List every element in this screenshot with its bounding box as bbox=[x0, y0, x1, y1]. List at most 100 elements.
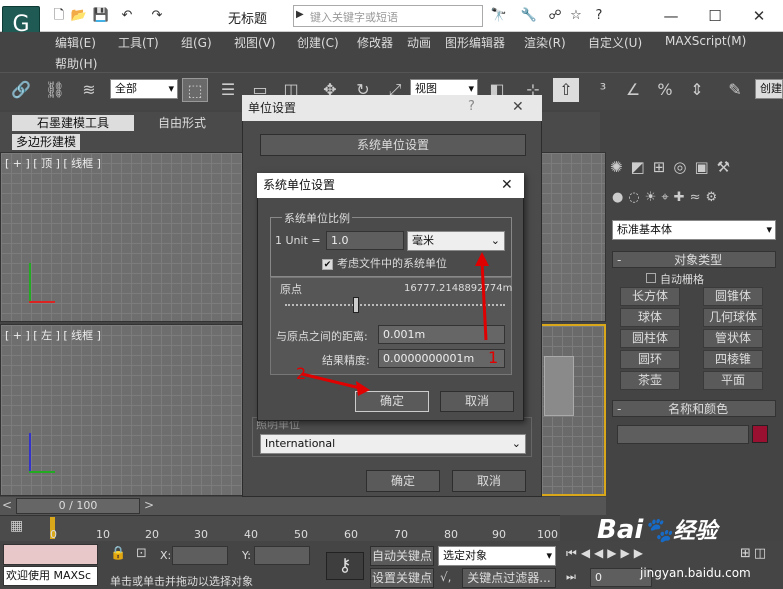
system-unit-setup-button[interactable]: 系统单位设置 bbox=[260, 134, 526, 156]
menu-views[interactable]: 视图(V) bbox=[234, 34, 276, 51]
create-selection-set[interactable]: 创建 bbox=[755, 79, 783, 99]
select-object-icon[interactable]: ⬚ bbox=[182, 78, 208, 102]
viewport-front[interactable] bbox=[540, 152, 606, 322]
next-key-icon[interactable]: ▶▶ bbox=[621, 546, 647, 560]
keyboard-shortcut-icon[interactable]: ⇧ bbox=[553, 78, 579, 102]
y-coordinate-field[interactable] bbox=[254, 546, 310, 565]
hierarchy-tab-icon[interactable]: ⊞ bbox=[653, 158, 674, 176]
utilities-tab-icon[interactable]: ⚒ bbox=[717, 158, 738, 176]
units-setup-ok-button[interactable]: 确定 bbox=[366, 470, 440, 492]
system-unit-setup-close[interactable]: ✕ bbox=[501, 177, 513, 193]
viewport-left-label[interactable]: [ + ] [ 左 ] [ 线框 ] bbox=[5, 327, 101, 343]
menu-group[interactable]: 组(G) bbox=[181, 34, 212, 51]
help-icon[interactable]: ? bbox=[590, 8, 608, 24]
favorite-icon[interactable]: ☆ bbox=[567, 8, 585, 24]
viewport-top[interactable]: [ + ] [ 顶 ] [ 线框 ] bbox=[0, 152, 244, 322]
angle-snap-icon[interactable]: ∠ bbox=[620, 78, 646, 102]
redo-icon[interactable]: ↷ bbox=[148, 8, 166, 24]
motion-tab-icon[interactable]: ◎ bbox=[673, 158, 694, 176]
object-color-swatch[interactable] bbox=[752, 425, 768, 443]
lock-icon[interactable]: 🔒 bbox=[110, 546, 126, 561]
next-frame-icon[interactable]: > bbox=[142, 498, 156, 514]
units-setup-titlebar[interactable]: 单位设置 bbox=[242, 95, 542, 121]
close-button[interactable]: ✕ bbox=[737, 4, 781, 28]
select-by-name-icon[interactable]: ☰ bbox=[215, 78, 241, 102]
system-unit-setup-titlebar[interactable]: 系统单位设置 bbox=[257, 173, 524, 198]
maximize-button[interactable]: ☐ bbox=[693, 4, 737, 28]
new-file-icon[interactable]: 🗋 bbox=[50, 8, 68, 24]
sphere-button[interactable]: 球体 bbox=[620, 308, 680, 327]
search-box[interactable]: ▶ 键入关键字或短语 bbox=[293, 5, 483, 27]
units-setup-cancel-button[interactable]: 取消 bbox=[452, 470, 526, 492]
maxscript-listener-pink[interactable] bbox=[3, 544, 98, 565]
viewport-top-label[interactable]: [ + ] [ 顶 ] [ 线框 ] bbox=[5, 155, 101, 171]
snap-toggle-icon[interactable]: ³ bbox=[590, 78, 616, 102]
maxscript-listener-input[interactable]: 欢迎使用 MAXSc bbox=[3, 566, 98, 586]
menu-create[interactable]: 创建(C) bbox=[297, 34, 339, 51]
torus-button[interactable]: 圆环 bbox=[620, 350, 680, 369]
category-select[interactable]: 标准基本体 ▾ bbox=[612, 220, 776, 240]
menu-rendering[interactable]: 渲染(R) bbox=[524, 34, 566, 51]
auto-key-button[interactable]: 自动关键点 bbox=[370, 546, 434, 566]
bind-spacewarp-icon[interactable]: ≋ bbox=[76, 78, 102, 102]
object-type-header[interactable]: - 对象类型 bbox=[612, 251, 776, 268]
autogrid-checkbox[interactable]: 自动栅格 bbox=[646, 271, 704, 287]
modify-tab-icon[interactable]: ◩ bbox=[631, 158, 653, 176]
menu-animation[interactable]: 动画 bbox=[407, 34, 431, 51]
key-filters-button[interactable]: 关键点过滤器... bbox=[462, 568, 556, 588]
spacewarps-icon[interactable]: ≈ bbox=[690, 190, 706, 205]
geosphere-button[interactable]: 几何球体 bbox=[703, 308, 763, 327]
lights-icon[interactable]: ☀ bbox=[645, 190, 662, 205]
save-file-icon[interactable]: 💾 bbox=[92, 8, 110, 24]
tools-icon[interactable]: 🔧 bbox=[520, 8, 538, 24]
menu-tools[interactable]: 工具(T) bbox=[118, 34, 159, 51]
edit-named-selection-icon[interactable]: ✎ bbox=[722, 78, 748, 102]
cameras-icon[interactable]: ⌖ bbox=[661, 190, 673, 205]
plane-button[interactable]: 平面 bbox=[703, 371, 763, 390]
prev-frame-icon[interactable]: < bbox=[0, 498, 14, 514]
pyramid-button[interactable]: 四棱锥 bbox=[703, 350, 763, 369]
units-setup-close[interactable]: ✕ bbox=[512, 99, 524, 115]
percent-snap-icon[interactable]: % bbox=[652, 78, 678, 102]
zoom-extents-icon[interactable]: ⊞ bbox=[740, 546, 754, 561]
open-file-icon[interactable]: 📂 bbox=[70, 8, 88, 24]
teapot-button[interactable]: 茶壶 bbox=[620, 371, 680, 390]
cylinder-button[interactable]: 圆柱体 bbox=[620, 329, 680, 348]
key-selection-select[interactable]: 选定对象 ▾ bbox=[438, 546, 556, 566]
prev-key-icon[interactable]: ◀◀ bbox=[581, 546, 607, 560]
key-mode-icon[interactable]: √, bbox=[440, 570, 451, 584]
tab-graphite-modeling[interactable]: 石墨建模工具 bbox=[12, 115, 134, 131]
nav-controls[interactable]: ⊞◫ bbox=[740, 546, 769, 561]
create-tab-icon[interactable]: ✺ bbox=[610, 158, 631, 176]
search-input[interactable]: 键入关键字或短语 bbox=[310, 9, 398, 25]
geometry-icon[interactable]: ● bbox=[612, 190, 628, 205]
viewport-left[interactable]: [ + ] [ 左 ] [ 线框 ] bbox=[0, 324, 244, 496]
name-color-header[interactable]: - 名称和颜色 bbox=[612, 400, 776, 417]
helpers-icon[interactable]: ✚ bbox=[674, 190, 690, 205]
menu-edit[interactable]: 编辑(E) bbox=[55, 34, 96, 51]
command-tabs[interactable]: ✺◩⊞◎▣⚒ bbox=[610, 158, 780, 180]
absolute-mode-icon[interactable]: ⊡ bbox=[136, 546, 147, 561]
units-setup-help[interactable]: ? bbox=[468, 99, 475, 114]
binoculars-icon[interactable]: 🔭 bbox=[490, 8, 508, 24]
lighting-units-select[interactable]: International ⌄ bbox=[260, 434, 526, 454]
community-icon[interactable]: ☍ bbox=[546, 8, 564, 24]
viewport-perspective[interactable] bbox=[540, 324, 606, 496]
create-categories[interactable]: ●◌☀⌖✚≈⚙ bbox=[612, 190, 780, 210]
menu-graph-editors[interactable]: 图形编辑器 bbox=[445, 34, 505, 51]
link-icon[interactable]: 🔗 bbox=[8, 78, 34, 102]
unlink-icon[interactable]: ⛓ bbox=[42, 78, 68, 102]
selection-filter-select[interactable]: 全部 ▾ bbox=[110, 79, 178, 99]
track-bar[interactable] bbox=[0, 515, 560, 541]
x-coordinate-field[interactable] bbox=[172, 546, 228, 565]
menu-modifiers[interactable]: 修改器 bbox=[357, 34, 393, 51]
set-key-button[interactable]: 设置关键点 bbox=[370, 568, 434, 588]
menu-customize[interactable]: 自定义(U) bbox=[588, 34, 642, 51]
play-icon[interactable]: ▶ bbox=[607, 546, 620, 560]
object-name-field[interactable] bbox=[617, 425, 749, 444]
mini-curve-icon[interactable]: ▦ bbox=[10, 518, 23, 534]
menu-help[interactable]: 帮助(H) bbox=[55, 55, 97, 72]
key-mode-toggle-icon[interactable]: ⏭ bbox=[566, 570, 576, 584]
display-tab-icon[interactable]: ▣ bbox=[694, 158, 716, 176]
spinner-snap-icon[interactable]: ⇕ bbox=[684, 78, 710, 102]
